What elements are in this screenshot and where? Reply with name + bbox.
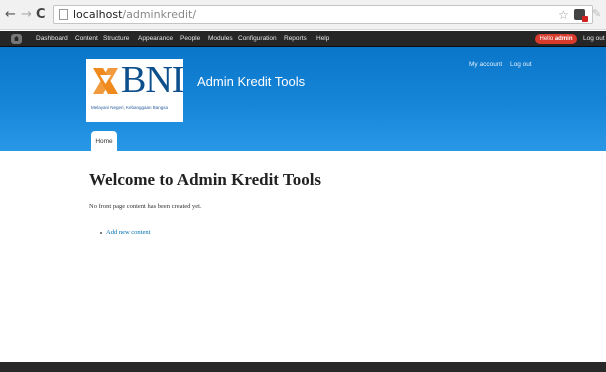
site-footer (0, 362, 606, 372)
greeting-prefix: Hello (539, 36, 554, 42)
bni-logo-mark-icon (93, 68, 118, 94)
toolbar-item-dashboard[interactable]: Dashboard (36, 35, 68, 43)
site-logo[interactable]: BNI Melayani Negeri, Kebanggaan Bangsa (86, 59, 184, 122)
forward-arrow-icon[interactable]: → (21, 8, 32, 21)
url-text[interactable]: localhost/adminkredit/ (73, 9, 196, 21)
address-bar[interactable]: localhost/adminkredit/ (53, 5, 593, 24)
toolbar-item-appearance[interactable]: Appearance (138, 35, 173, 43)
reload-icon[interactable]: C (36, 8, 46, 21)
tab-home[interactable]: Home (91, 131, 117, 151)
greeting-user: admin (554, 36, 573, 42)
toolbar-item-structure[interactable]: Structure (103, 35, 129, 43)
site-name[interactable]: Admin Kredit Tools (197, 74, 305, 90)
secondary-menu-log-out[interactable]: Log out (510, 61, 532, 69)
admin-toolbar: Dashboard Content Structure Appearance P… (0, 31, 606, 47)
logo-text: BNI (121, 59, 184, 101)
back-arrow-icon[interactable]: ← (5, 8, 16, 21)
toolbar-item-help[interactable]: Help (316, 35, 329, 43)
logo-tagline: Melayani Negeri, Kebanggaan Bangsa (91, 105, 169, 110)
toolbar-item-content[interactable]: Content (75, 35, 98, 43)
page-title: Welcome to Admin Kredit Tools (89, 170, 322, 189)
add-new-content-link[interactable]: Add new content (106, 229, 150, 237)
toolbar-logout-link[interactable]: Log out (583, 35, 605, 43)
list-bullet (100, 232, 102, 234)
home-icon[interactable] (11, 34, 22, 44)
star-icon[interactable]: ☆ (558, 8, 569, 22)
toolbar-item-reports[interactable]: Reports (284, 35, 307, 43)
url-host: localhost (73, 8, 123, 21)
extension-icon[interactable]: ✎ (592, 7, 601, 20)
toolbar-item-people[interactable]: People (180, 35, 200, 43)
intro-text: No front page content has been created y… (89, 203, 202, 210)
user-greeting-badge[interactable]: Hello admin (535, 34, 577, 44)
browser-chrome: ← → C localhost/adminkredit/ ☆ ✎ (0, 0, 606, 30)
toolbar-item-configuration[interactable]: Configuration (238, 35, 277, 43)
page-icon (59, 9, 68, 20)
toolbar-item-modules[interactable]: Modules (208, 35, 233, 43)
extension-icon[interactable] (574, 9, 588, 22)
secondary-menu-my-account[interactable]: My account (469, 61, 502, 69)
url-path: /adminkredit/ (122, 8, 197, 21)
site-header: BNI Melayani Negeri, Kebanggaan Bangsa A… (0, 47, 606, 151)
